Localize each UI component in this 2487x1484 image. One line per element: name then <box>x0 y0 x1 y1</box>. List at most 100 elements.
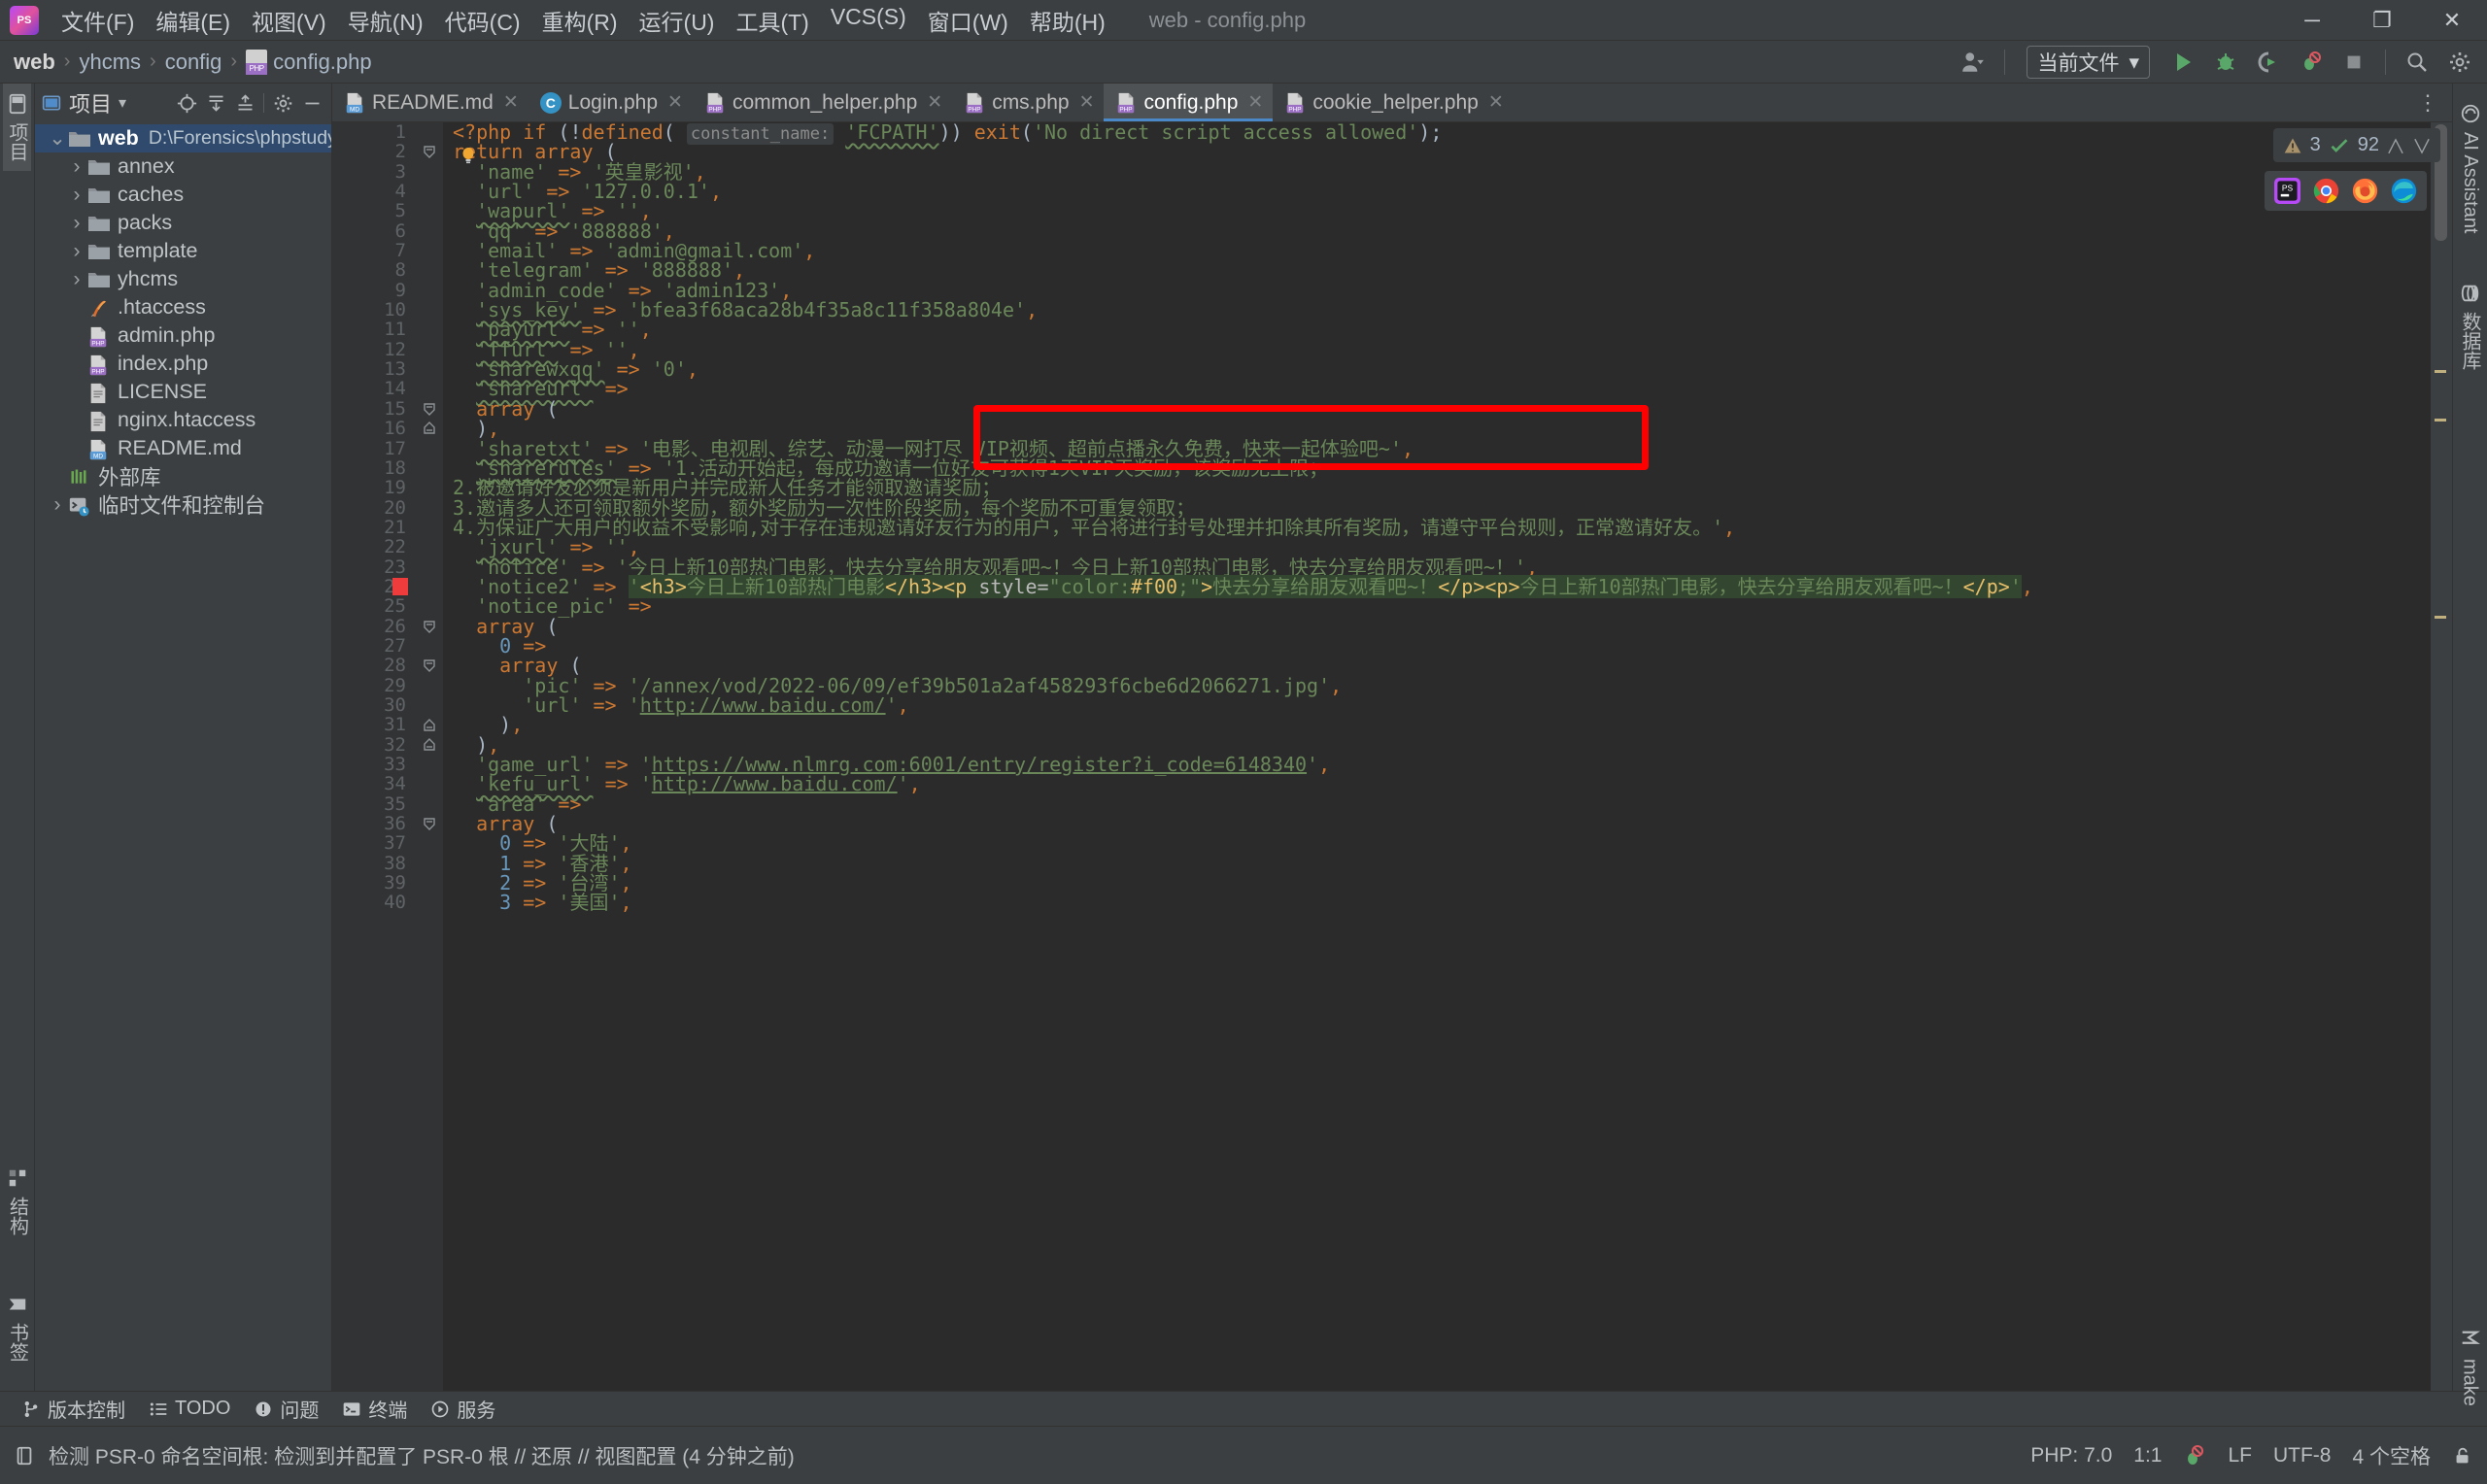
code-line[interactable]: 'notice' => '今日上新10部热门电影，快去分享给朋友观看吧~！今日上… <box>453 556 2452 577</box>
toolwindow-problems[interactable]: 问题 <box>254 1395 319 1423</box>
chevron-right-icon[interactable]: › <box>66 212 87 235</box>
code-line[interactable]: 'sharewxqq' => '0', <box>453 359 2452 379</box>
code-line[interactable]: ), <box>453 419 2452 438</box>
sidebar-item-database[interactable]: 数据库 <box>2456 273 2484 380</box>
close-icon[interactable]: ✕ <box>503 91 519 114</box>
close-icon[interactable]: ✕ <box>1488 91 1504 114</box>
more-tabs-icon[interactable]: ⋮ <box>2409 90 2446 116</box>
event-log-icon[interactable] <box>14 1444 35 1467</box>
code-line[interactable]: 3.邀请多人还可领取额外奖励，额外奖励为一次性阶段奖励，每个奖励不可重复领取； <box>453 497 2452 518</box>
breadcrumb-item-config[interactable]: config <box>165 50 222 75</box>
tree-node-license[interactable]: LICENSE <box>35 378 331 406</box>
tab-readme-md[interactable]: MD README.md ✕ <box>332 84 528 121</box>
code-line[interactable]: ), <box>453 715 2452 734</box>
panel-settings-button[interactable] <box>269 89 296 117</box>
run-button[interactable] <box>2163 45 2202 80</box>
chevron-right-icon[interactable]: › <box>66 184 87 207</box>
fold-collapse-icon[interactable] <box>421 400 438 418</box>
code-line[interactable]: 'notice_pic' => <box>453 596 2452 616</box>
chevron-right-icon[interactable]: › <box>47 493 68 517</box>
breadcrumb-item-web[interactable]: web <box>14 50 55 75</box>
tree-node-scratches-consoles[interactable]: › 临时文件和控制台 <box>35 490 331 519</box>
sidebar-item-structure[interactable]: 结构 <box>0 1158 35 1245</box>
indent-setting[interactable]: 4 个空格 <box>2352 1441 2431 1470</box>
collapse-all-button[interactable] <box>231 89 258 117</box>
toolwindow-services[interactable]: 服务 <box>430 1395 495 1423</box>
menu-help[interactable]: 帮助(H) <box>1019 0 1116 41</box>
code-line[interactable]: 0 => <box>453 636 2452 656</box>
tree-node-admin-php[interactable]: PHP admin.php <box>35 321 331 350</box>
chevron-down-icon[interactable]: ⌄ <box>47 128 68 149</box>
stop-button[interactable] <box>2334 45 2373 80</box>
code-line[interactable]: array ( <box>453 814 2452 833</box>
fold-collapse-icon[interactable] <box>421 143 438 160</box>
sidebar-item-bookmarks[interactable]: 书签 <box>0 1284 35 1371</box>
menu-navigate[interactable]: 导航(N) <box>337 0 434 41</box>
tab-login-php[interactable]: C Login.php ✕ <box>528 84 693 121</box>
settings-button[interactable] <box>2440 45 2479 80</box>
code-line[interactable]: 1 => '香港', <box>453 854 2452 873</box>
code-line[interactable]: 'jxurl' => '', <box>453 537 2452 556</box>
code-line[interactable]: 'url' => 'http://www.baidu.com/', <box>453 695 2452 715</box>
code-line[interactable]: array ( <box>453 656 2452 675</box>
close-icon[interactable]: ✕ <box>667 91 683 114</box>
editor-scrollbar[interactable] <box>2431 122 2452 1391</box>
tree-node-nginx-htaccess[interactable]: nginx.htaccess <box>35 406 331 434</box>
edge-icon[interactable] <box>2391 178 2417 204</box>
code-line[interactable]: array ( <box>453 399 2452 419</box>
code-line[interactable]: 'url' => '127.0.0.1', <box>453 182 2452 201</box>
menu-vcs[interactable]: VCS(S) <box>820 0 917 41</box>
tree-node-htaccess[interactable]: .htaccess <box>35 293 331 321</box>
tree-node-external-libraries[interactable]: 外部库 <box>35 462 331 490</box>
firefox-icon[interactable] <box>2352 178 2378 204</box>
code-line[interactable]: 3 => '美国', <box>453 893 2452 912</box>
code-editor[interactable]: 1234567891011121314151617181920212223242… <box>332 122 2452 1391</box>
user-account-icon[interactable] <box>1954 45 1993 80</box>
select-opened-file-button[interactable] <box>173 89 200 117</box>
fold-expand-icon[interactable] <box>421 717 438 734</box>
toolwindow-version-control[interactable]: 版本控制 <box>21 1395 125 1423</box>
code-line[interactable]: 'payurl' => '', <box>453 320 2452 339</box>
breadcrumb-item-config-php[interactable]: config.php <box>246 49 372 75</box>
run-configuration-selector[interactable]: 当前文件 ▾ <box>2027 46 2150 79</box>
tree-node-web[interactable]: ⌄ web D:\Forensics\phpstudy_pro\WWW\web <box>35 124 331 152</box>
profile-button[interactable] <box>2292 45 2331 80</box>
lock-icon[interactable] <box>2452 1445 2473 1467</box>
code-text[interactable]: <?php if (!defined( constant_name: 'FCPA… <box>443 122 2452 1391</box>
code-line[interactable]: 'sharerules' => '1.活动开始起，每成功邀请一位好友可获得1天V… <box>453 458 2452 478</box>
toolwindow-terminal[interactable]: 终端 <box>342 1395 407 1423</box>
code-line[interactable]: 'qq' => '888888', <box>453 221 2452 241</box>
menu-window[interactable]: 窗口(W) <box>917 0 1019 41</box>
line-number-gutter[interactable]: 1234567891011121314151617181920212223242… <box>332 122 416 1391</box>
tree-node-template[interactable]: › template <box>35 237 331 265</box>
status-message[interactable]: 检测 PSR-0 命名空间根: 检测到并配置了 PSR-0 根 // 还原 //… <box>49 1441 795 1470</box>
fold-expand-icon[interactable] <box>421 420 438 437</box>
sidebar-item-project[interactable]: 项目 <box>3 84 31 171</box>
toolwindow-todo[interactable]: TODO <box>149 1398 230 1420</box>
breadcrumb-item-yhcms[interactable]: yhcms <box>79 50 141 75</box>
close-button[interactable]: ✕ <box>2417 0 2487 41</box>
menu-refactor[interactable]: 重构(R) <box>531 0 629 41</box>
code-line[interactable]: 'shareurl' => <box>453 379 2452 398</box>
run-with-coverage-button[interactable] <box>2249 45 2288 80</box>
code-line[interactable]: 2 => '台湾', <box>453 873 2452 893</box>
search-everywhere-button[interactable] <box>2398 45 2436 80</box>
menu-view[interactable]: 视图(V) <box>241 0 337 41</box>
sidebar-item-ai-assistant[interactable]: AI Assistant <box>2459 93 2481 244</box>
close-icon[interactable]: ✕ <box>1079 91 1095 114</box>
menu-edit[interactable]: 编辑(E) <box>145 0 241 41</box>
debug-button[interactable] <box>2206 45 2245 80</box>
next-problem-icon[interactable]: ∨ <box>2412 131 2432 159</box>
chevron-down-icon[interactable]: ▾ <box>119 93 126 113</box>
close-icon[interactable]: ✕ <box>1247 91 1263 114</box>
tab-cookie-helper-php[interactable]: PHP cookie_helper.php ✕ <box>1273 84 1513 121</box>
code-line[interactable]: 'kefu_url' => 'http://www.baidu.com/', <box>453 774 2452 793</box>
code-line[interactable]: 'pic' => '/annex/vod/2022-06/09/ef39b501… <box>453 675 2452 695</box>
php-interpreter-status[interactable]: PHP: 7.0 <box>2030 1444 2112 1467</box>
code-line[interactable]: 'email' => 'admin@gmail.com', <box>453 241 2452 260</box>
expand-all-button[interactable] <box>202 89 229 117</box>
code-line[interactable]: 2.被邀请好友必须是新用户并完成新人任务才能领取邀请奖励； <box>453 478 2452 497</box>
tab-common-helper-php[interactable]: PHP common_helper.php ✕ <box>693 84 952 121</box>
chevron-right-icon[interactable]: › <box>66 155 87 179</box>
tree-node-readme-md[interactable]: MD README.md <box>35 434 331 462</box>
